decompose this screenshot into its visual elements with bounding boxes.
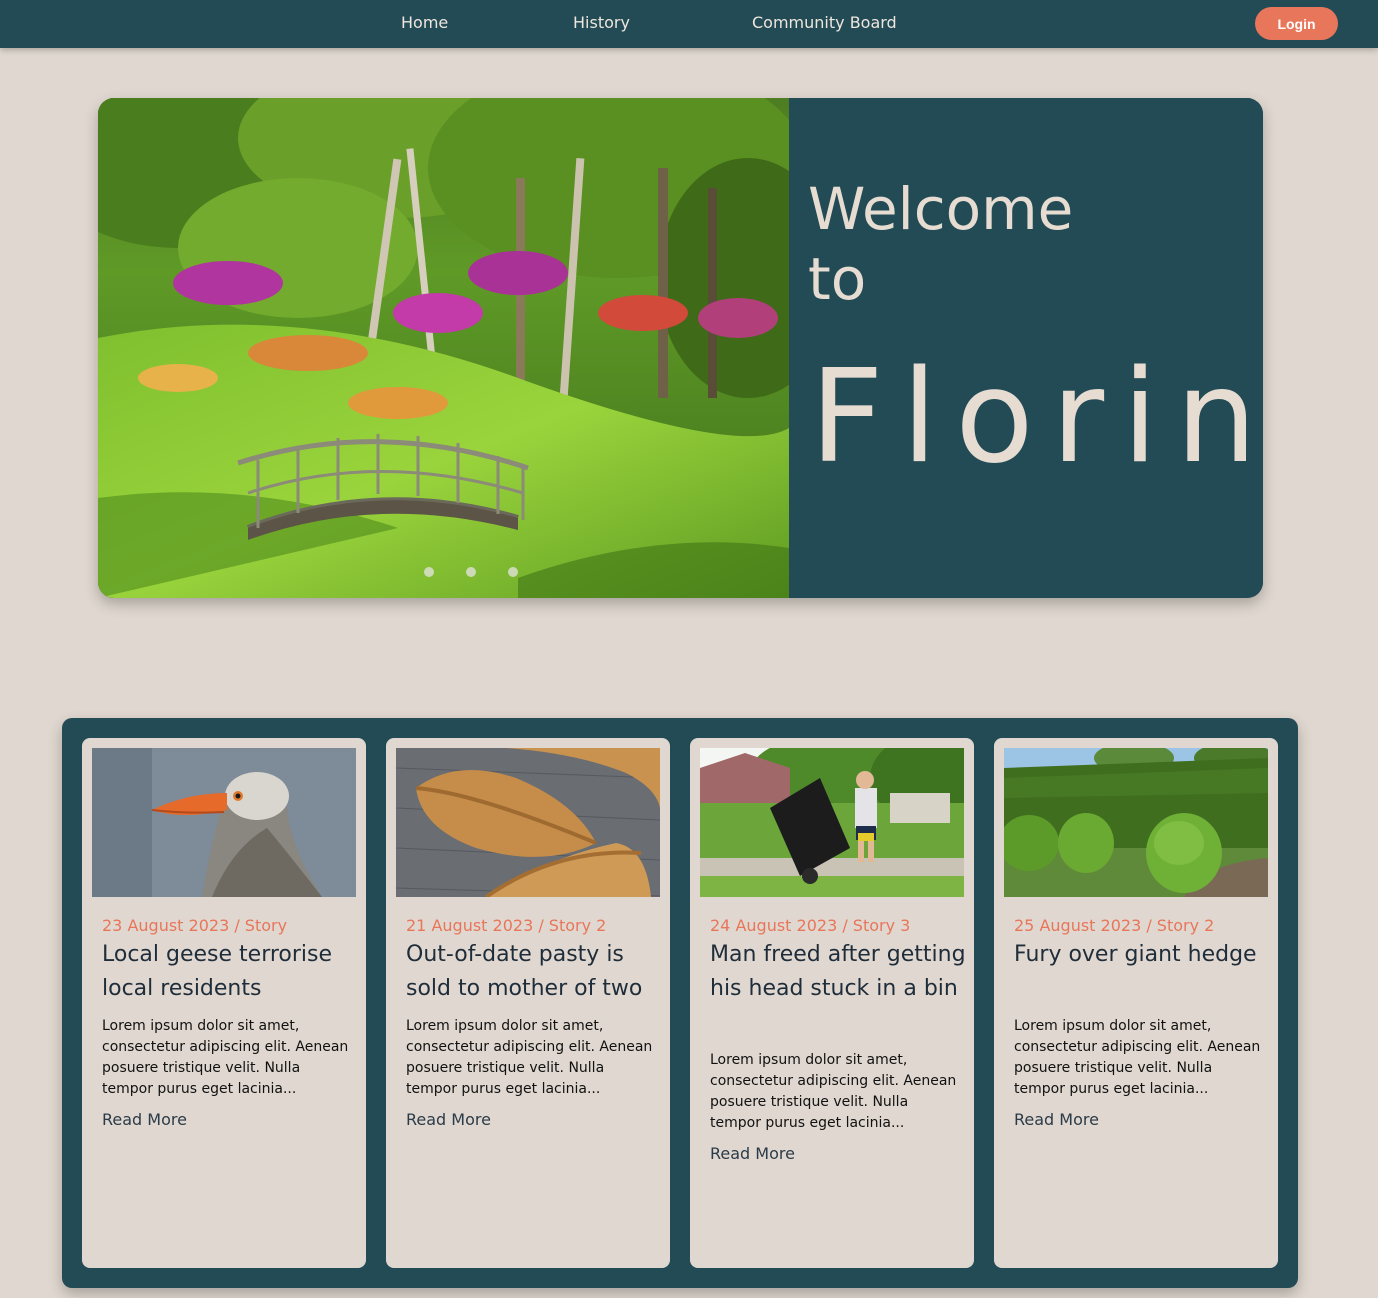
hero-welcome-panel: Welcome to Florin — [789, 98, 1263, 598]
card-excerpt: Lorem ipsum dolor sit amet, consectetur … — [1014, 1018, 1261, 1097]
pasty-image — [396, 748, 660, 897]
read-more-link[interactable]: Read More — [1014, 1110, 1099, 1129]
hero-garden-image — [98, 98, 789, 598]
card-content: Lorem ipsum dolor sit amet, consectetur … — [1014, 1016, 1266, 1129]
news-card[interactable]: 25 August 2023 / Story 2 Fury over giant… — [994, 738, 1278, 1268]
card-excerpt: Lorem ipsum dolor sit amet, consectetur … — [102, 1018, 349, 1097]
carousel-dot-2[interactable] — [466, 567, 476, 577]
read-more-link[interactable]: Read More — [102, 1110, 187, 1129]
card-date: 25 August 2023 / Story 2 — [1014, 916, 1215, 935]
news-card[interactable]: 24 August 2023 / Story 3 Man freed after… — [690, 738, 974, 1268]
card-title[interactable]: Local geese terrorise local residents — [102, 938, 360, 1006]
carousel-dot-1[interactable] — [424, 567, 434, 577]
card-title[interactable]: Man freed after getting his head stuck i… — [710, 938, 968, 1006]
card-excerpt: Lorem ipsum dolor sit amet, consectetur … — [710, 1052, 957, 1131]
top-navbar: Home History Community Board Login — [0, 0, 1378, 48]
news-card[interactable]: 23 August 2023 / Story Local geese terro… — [82, 738, 366, 1268]
nav-community-board-link[interactable]: Community Board — [752, 13, 897, 32]
card-content: Lorem ipsum dolor sit amet, consectetur … — [710, 1050, 962, 1163]
carousel-dot-3[interactable] — [508, 567, 518, 577]
brand-title: Florin — [810, 343, 1263, 492]
welcome-heading: Welcome to — [808, 175, 1074, 313]
card-content: Lorem ipsum dolor sit amet, consectetur … — [406, 1016, 658, 1129]
card-title[interactable]: Fury over giant hedge — [1014, 938, 1272, 972]
card-date: 24 August 2023 / Story 3 — [710, 916, 911, 935]
nav-home-link[interactable]: Home — [401, 13, 448, 32]
read-more-link[interactable]: Read More — [406, 1110, 491, 1129]
login-button[interactable]: Login — [1255, 7, 1338, 40]
hero-banner: Welcome to Florin — [98, 98, 1263, 598]
nav-history-link[interactable]: History — [573, 13, 630, 32]
card-date: 23 August 2023 / Story — [102, 916, 288, 935]
goose-image — [92, 748, 356, 897]
card-date: 21 August 2023 / Story 2 — [406, 916, 607, 935]
bin-image — [700, 748, 964, 897]
hedge-image — [1004, 748, 1268, 897]
read-more-link[interactable]: Read More — [710, 1144, 795, 1163]
card-excerpt: Lorem ipsum dolor sit amet, consectetur … — [406, 1018, 653, 1097]
card-title[interactable]: Out-of-date pasty is sold to mother of t… — [406, 938, 664, 1006]
card-content: Lorem ipsum dolor sit amet, consectetur … — [102, 1016, 354, 1129]
news-card[interactable]: 21 August 2023 / Story 2 Out-of-date pas… — [386, 738, 670, 1268]
news-section: 23 August 2023 / Story Local geese terro… — [62, 718, 1298, 1288]
